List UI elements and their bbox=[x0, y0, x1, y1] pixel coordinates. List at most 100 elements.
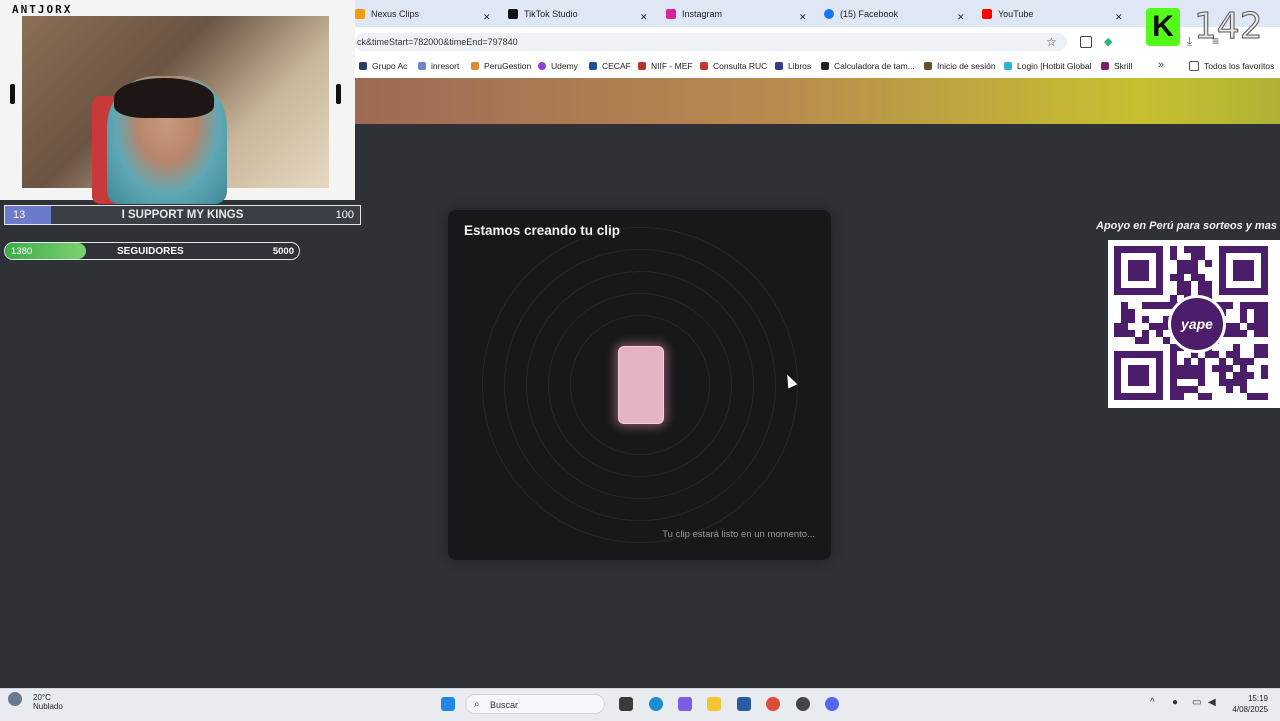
qr-module bbox=[1163, 337, 1170, 344]
bookmark-hotbit[interactable]: Login |Hotbit Global bbox=[1004, 61, 1092, 71]
bookmark-inresort[interactable]: inresort bbox=[418, 61, 459, 71]
qr-module bbox=[1170, 393, 1177, 400]
qr-module bbox=[1261, 316, 1268, 323]
qr-module bbox=[1121, 302, 1128, 309]
qr-finder bbox=[1128, 260, 1149, 281]
qr-module bbox=[1191, 260, 1198, 267]
close-tab-icon[interactable]: ✕ bbox=[483, 7, 491, 27]
qr-module bbox=[1226, 302, 1233, 309]
search-icon: ⌕ bbox=[474, 699, 480, 710]
windows-start-icon[interactable] bbox=[441, 697, 455, 711]
close-tab-icon[interactable]: ✕ bbox=[799, 7, 807, 27]
qr-module bbox=[1121, 330, 1128, 337]
qr-module bbox=[1198, 246, 1205, 253]
system-clock[interactable]: 15:19 4/08/2025 bbox=[1232, 693, 1268, 715]
qr-module bbox=[1226, 386, 1233, 393]
tab-tiktok-studio[interactable]: TikTok Studio bbox=[508, 4, 578, 24]
extension-icon[interactable] bbox=[1080, 36, 1092, 48]
bookmark-perugestion[interactable]: PeruGestion bbox=[471, 61, 531, 71]
qr-module bbox=[1240, 365, 1247, 372]
qr-module bbox=[1170, 351, 1177, 358]
taskbar-search[interactable]: ⌕ Buscar bbox=[465, 694, 605, 714]
more-bookmarks-icon[interactable]: » bbox=[1158, 59, 1164, 71]
qr-module bbox=[1177, 281, 1184, 288]
close-tab-icon[interactable]: ✕ bbox=[957, 7, 965, 27]
qr-module bbox=[1261, 372, 1268, 379]
qr-module bbox=[1198, 288, 1205, 295]
file-explorer-icon[interactable] bbox=[707, 697, 721, 711]
tab-label: YouTube bbox=[998, 9, 1034, 19]
qr-module bbox=[1198, 253, 1205, 260]
bookmark-label: Calculadora de tam... bbox=[834, 61, 915, 71]
close-tab-icon[interactable]: ✕ bbox=[1115, 7, 1123, 27]
qr-module bbox=[1198, 379, 1205, 386]
bookmark-inicio-sesion[interactable]: Inicio de sesión bbox=[924, 61, 996, 71]
bookmark-cecaf[interactable]: CECAF bbox=[589, 61, 631, 71]
bookmark-niif-mef[interactable]: NIIF - MEF bbox=[638, 61, 693, 71]
tab-instagram[interactable]: Instagram bbox=[666, 4, 722, 24]
star-icon[interactable]: ☆ bbox=[1046, 35, 1057, 49]
frame-bracket bbox=[336, 84, 341, 104]
qr-module bbox=[1156, 330, 1163, 337]
bookmark-label: Udemy bbox=[551, 61, 578, 71]
url-field[interactable]: ck&timeStart=782000&timeEnd=797840 bbox=[355, 33, 1067, 51]
qr-module bbox=[1170, 295, 1177, 302]
qr-module bbox=[1114, 330, 1121, 337]
qr-module bbox=[1128, 316, 1135, 323]
edge-icon[interactable] bbox=[649, 697, 663, 711]
udemy-icon bbox=[538, 62, 546, 70]
network-icon[interactable]: ▭ bbox=[1192, 697, 1201, 708]
qr-module bbox=[1233, 344, 1240, 351]
qr-finder bbox=[1233, 260, 1254, 281]
qr-module bbox=[1254, 302, 1261, 309]
qr-module bbox=[1184, 386, 1191, 393]
bookmark-label: CECAF bbox=[602, 61, 631, 71]
qr-module bbox=[1219, 379, 1226, 386]
qr-module bbox=[1212, 365, 1219, 372]
tray-chevron-icon[interactable]: ^ bbox=[1150, 697, 1155, 708]
qr-module bbox=[1191, 386, 1198, 393]
microphone-icon[interactable]: ● bbox=[1172, 697, 1178, 708]
bookmark-consulta-ruc[interactable]: Consulta RUC bbox=[700, 61, 767, 71]
qr-module bbox=[1121, 309, 1128, 316]
streamer-brand: ANTJORX bbox=[12, 3, 73, 16]
frame-bracket bbox=[10, 84, 15, 104]
followers-goal-label: SEGUIDORES bbox=[117, 246, 184, 257]
task-view-icon[interactable] bbox=[619, 697, 633, 711]
tab-youtube[interactable]: YouTube bbox=[982, 4, 1033, 24]
volume-icon[interactable]: ◀ bbox=[1208, 697, 1216, 708]
page-banner bbox=[355, 78, 1280, 124]
kick-logo-icon: K bbox=[1146, 8, 1180, 46]
bookmark-skrill[interactable]: Skrill bbox=[1101, 61, 1132, 71]
qr-module bbox=[1184, 288, 1191, 295]
bookmark-icon bbox=[418, 62, 426, 70]
bookmark-libros[interactable]: Libros bbox=[775, 61, 811, 71]
qr-module bbox=[1184, 281, 1191, 288]
qr-module bbox=[1198, 365, 1205, 372]
bookmark-all-favorites[interactable]: Todos los favoritos bbox=[1189, 61, 1274, 71]
bookmark-icon bbox=[589, 62, 597, 70]
weather-widget[interactable]: 20°C Nublado bbox=[20, 693, 63, 711]
chrome-icon[interactable] bbox=[766, 697, 780, 711]
weather-temp: 20°C bbox=[33, 693, 51, 702]
bookmark-label: Todos los favoritos bbox=[1204, 61, 1275, 71]
discord-icon[interactable] bbox=[825, 697, 839, 711]
bookmark-calculadora[interactable]: Calculadora de tam... bbox=[821, 61, 915, 71]
bookmark-grupo-ac[interactable]: Grupo Ac bbox=[359, 61, 407, 71]
bookmark-label: Libros bbox=[788, 61, 812, 71]
obs-icon[interactable] bbox=[796, 697, 810, 711]
vpn-icon[interactable]: ◆ bbox=[1104, 35, 1112, 48]
bookmark-udemy[interactable]: Udemy bbox=[538, 61, 578, 71]
close-tab-icon[interactable]: ✕ bbox=[640, 7, 648, 27]
bookmark-icon bbox=[359, 62, 367, 70]
copilot-icon[interactable] bbox=[678, 697, 692, 711]
store-icon[interactable] bbox=[737, 697, 751, 711]
support-goal-current: 13 bbox=[13, 209, 26, 221]
weather-condition: Nublado bbox=[33, 702, 63, 711]
qr-module bbox=[1226, 330, 1233, 337]
followers-goal-target: 5000 bbox=[272, 246, 294, 257]
qr-module bbox=[1149, 302, 1156, 309]
tab-facebook[interactable]: (15) Facebook bbox=[824, 4, 898, 24]
tab-nexus-clips[interactable]: Nexus Clips bbox=[355, 4, 419, 24]
qr-module bbox=[1191, 246, 1198, 253]
